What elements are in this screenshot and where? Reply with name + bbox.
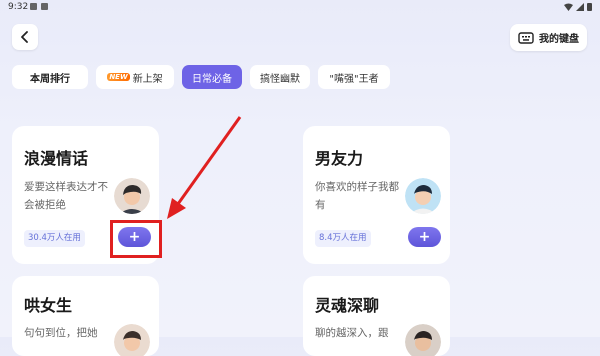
annotation-arrow	[167, 116, 242, 219]
annotation-highlight-box	[110, 220, 162, 258]
